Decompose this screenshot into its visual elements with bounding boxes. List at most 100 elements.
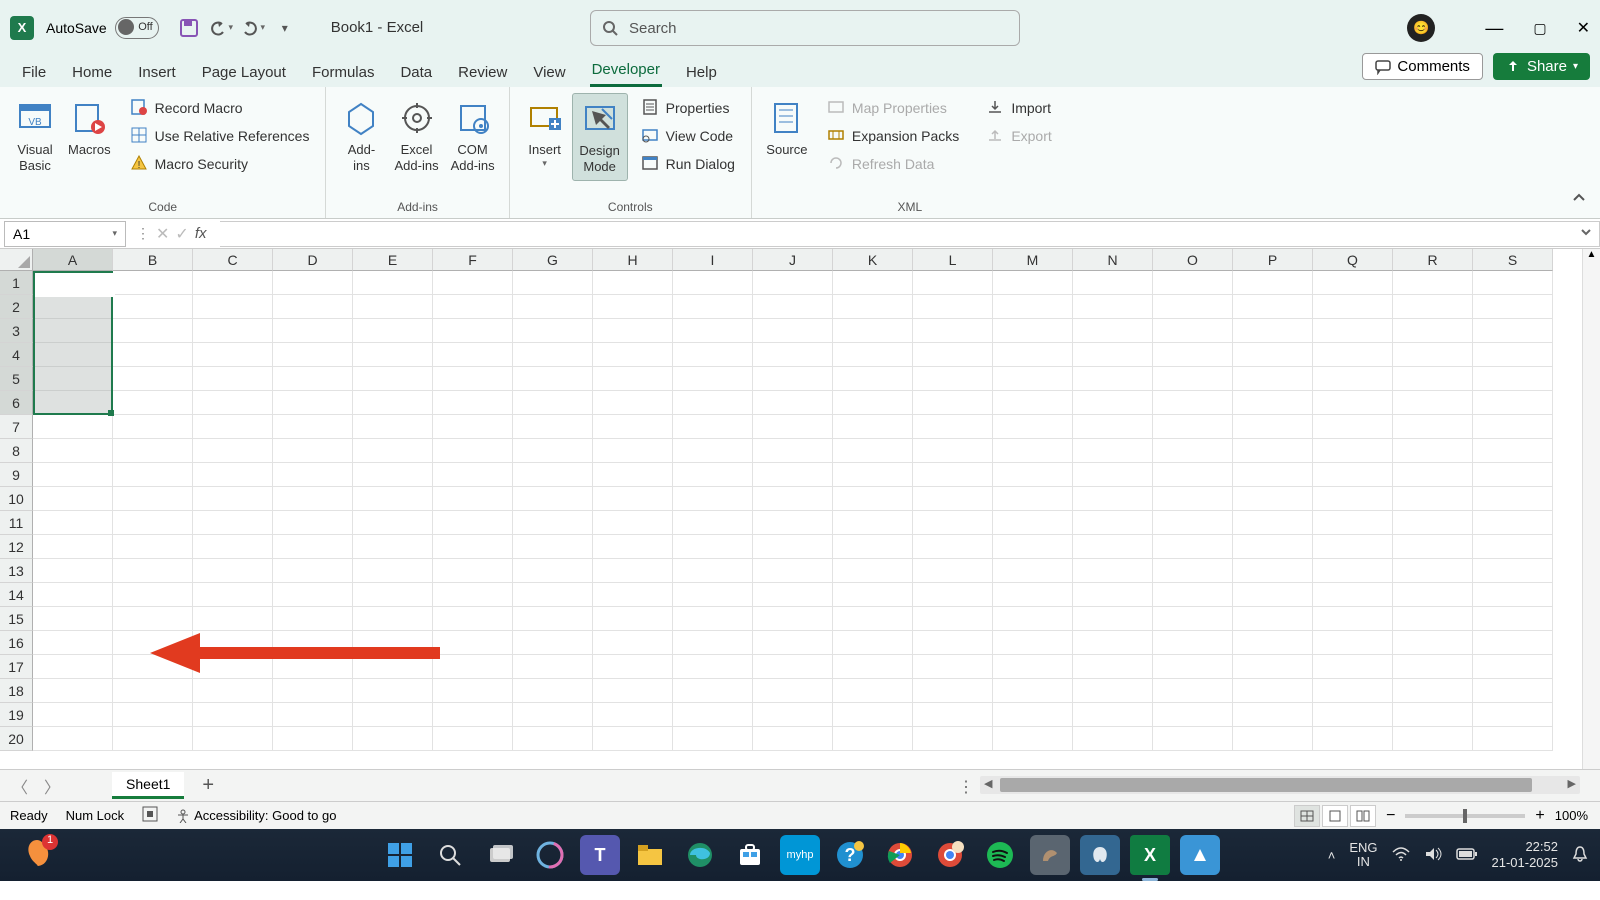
horizontal-scrollbar[interactable]: ◀▶	[980, 776, 1580, 794]
zoom-out-button[interactable]: −	[1386, 807, 1395, 825]
col-header-D[interactable]: D	[273, 249, 353, 271]
cancel-formula-icon[interactable]: ✕	[156, 224, 169, 244]
tab-view[interactable]: View	[531, 60, 567, 87]
accessibility-status[interactable]: Accessibility: Good to go	[176, 808, 336, 823]
col-header-E[interactable]: E	[353, 249, 433, 271]
addins-button[interactable]: Add- ins	[334, 93, 388, 179]
excel-app-icon[interactable]: X	[10, 16, 34, 40]
normal-view-button[interactable]	[1294, 805, 1320, 827]
row-header-6[interactable]: 6	[0, 391, 33, 415]
zoom-in-button[interactable]: +	[1535, 807, 1544, 825]
row-header-10[interactable]: 10	[0, 487, 33, 511]
chrome-icon[interactable]	[880, 835, 920, 875]
start-button[interactable]	[380, 835, 420, 875]
col-header-A[interactable]: A	[33, 249, 113, 271]
row-header-5[interactable]: 5	[0, 367, 33, 391]
row-header-20[interactable]: 20	[0, 727, 33, 751]
redo-button[interactable]: ▾	[239, 14, 267, 42]
spreadsheet-grid[interactable]: ABCDEFGHIJKLMNOPQRS 12345678910111213141…	[0, 249, 1600, 769]
volume-icon[interactable]	[1424, 846, 1442, 865]
macros-button[interactable]: Macros	[62, 93, 117, 179]
page-layout-view-button[interactable]	[1322, 805, 1348, 827]
macro-record-icon[interactable]	[142, 806, 158, 825]
design-mode-button[interactable]: Design Mode	[572, 93, 628, 181]
vertical-scrollbar[interactable]: ▲	[1582, 249, 1600, 769]
dbeaver-icon[interactable]	[1030, 835, 1070, 875]
tab-home[interactable]: Home	[70, 60, 114, 87]
zoom-level[interactable]: 100%	[1555, 808, 1588, 823]
col-header-O[interactable]: O	[1153, 249, 1233, 271]
row-header-17[interactable]: 17	[0, 655, 33, 679]
col-header-S[interactable]: S	[1473, 249, 1553, 271]
autosave-toggle[interactable]: Off	[115, 17, 159, 39]
select-all-button[interactable]	[0, 249, 33, 271]
undo-button[interactable]: ▾	[207, 14, 235, 42]
col-header-J[interactable]: J	[753, 249, 833, 271]
edge-icon[interactable]	[680, 835, 720, 875]
close-button[interactable]: ✕	[1577, 18, 1590, 38]
hp-icon[interactable]: myhp	[780, 835, 820, 875]
col-header-H[interactable]: H	[593, 249, 673, 271]
col-header-Q[interactable]: Q	[1313, 249, 1393, 271]
source-button[interactable]: Source	[760, 93, 814, 175]
cells-area[interactable]	[33, 271, 1582, 769]
col-header-R[interactable]: R	[1393, 249, 1473, 271]
save-icon[interactable]	[175, 14, 203, 42]
formula-input[interactable]	[220, 221, 1600, 247]
col-header-C[interactable]: C	[193, 249, 273, 271]
search-box[interactable]: Search	[590, 10, 1020, 46]
use-relative-references-button[interactable]: Use Relative References	[127, 125, 314, 147]
excel-taskbar-icon[interactable]: X	[1130, 835, 1170, 875]
row-header-3[interactable]: 3	[0, 319, 33, 343]
help-icon[interactable]: ?	[830, 835, 870, 875]
record-macro-button[interactable]: Record Macro	[127, 97, 314, 119]
row-header-19[interactable]: 19	[0, 703, 33, 727]
view-code-button[interactable]: View Code	[638, 125, 739, 147]
col-header-N[interactable]: N	[1073, 249, 1153, 271]
taskbar-clock[interactable]: 22:5221-01-2025	[1492, 839, 1559, 870]
col-header-B[interactable]: B	[113, 249, 193, 271]
fx-icon[interactable]: fx	[195, 225, 207, 242]
col-header-G[interactable]: G	[513, 249, 593, 271]
row-header-12[interactable]: 12	[0, 535, 33, 559]
sheet-nav[interactable]: 〈〉	[0, 774, 72, 798]
row-header-7[interactable]: 7	[0, 415, 33, 439]
run-dialog-button[interactable]: Run Dialog	[638, 153, 739, 175]
notifications-icon[interactable]	[1572, 845, 1588, 866]
file-explorer-icon[interactable]	[630, 835, 670, 875]
add-sheet-button[interactable]: +	[184, 774, 232, 797]
sheet-tab-sheet1[interactable]: Sheet1	[112, 772, 184, 799]
com-addins-button[interactable]: COM Add-ins	[445, 93, 501, 179]
name-box[interactable]: A1▾	[4, 221, 126, 247]
formula-bar-expand[interactable]	[1580, 225, 1592, 243]
taskbar-search[interactable]	[430, 835, 470, 875]
col-header-F[interactable]: F	[433, 249, 513, 271]
tool-icon[interactable]	[1180, 835, 1220, 875]
spotify-icon[interactable]	[980, 835, 1020, 875]
row-headers[interactable]: 1234567891011121314151617181920	[0, 271, 33, 751]
qat-customize[interactable]: ▾	[271, 14, 299, 42]
column-headers[interactable]: ABCDEFGHIJKLMNOPQRS	[33, 249, 1582, 271]
col-header-M[interactable]: M	[993, 249, 1073, 271]
row-header-18[interactable]: 18	[0, 679, 33, 703]
tab-developer[interactable]: Developer	[590, 57, 662, 87]
expansion-packs-button[interactable]: Expansion Packs	[824, 125, 963, 147]
visual-basic-button[interactable]: VB Visual Basic	[8, 93, 62, 179]
tray-chevron[interactable]: ˄	[1328, 848, 1336, 863]
row-header-13[interactable]: 13	[0, 559, 33, 583]
excel-addins-button[interactable]: Excel Add-ins	[388, 93, 444, 179]
wifi-icon[interactable]	[1392, 846, 1410, 865]
minimize-button[interactable]: —	[1485, 18, 1503, 39]
row-header-2[interactable]: 2	[0, 295, 33, 319]
ribbon-collapse-button[interactable]	[1572, 191, 1586, 210]
row-header-14[interactable]: 14	[0, 583, 33, 607]
col-header-I[interactable]: I	[673, 249, 753, 271]
copilot-icon[interactable]	[530, 835, 570, 875]
share-button[interactable]: Share▾	[1493, 53, 1590, 80]
row-header-9[interactable]: 9	[0, 463, 33, 487]
comments-button[interactable]: Comments	[1362, 53, 1483, 80]
macro-security-button[interactable]: !Macro Security	[127, 153, 314, 175]
page-break-view-button[interactable]	[1350, 805, 1376, 827]
sheet-options[interactable]: ⋮	[958, 777, 974, 797]
import-button[interactable]: Import	[983, 97, 1055, 119]
